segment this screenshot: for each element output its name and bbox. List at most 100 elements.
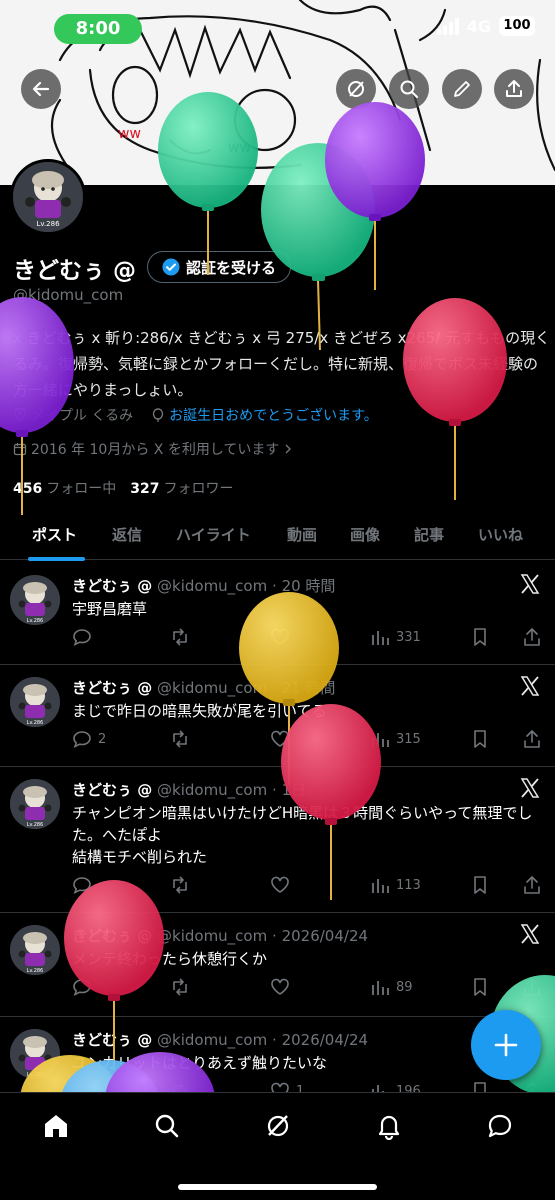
- get-verified-button[interactable]: 認証を受ける: [147, 251, 292, 283]
- messages-icon: [488, 1114, 512, 1138]
- x-logo-icon[interactable]: [519, 675, 541, 701]
- repost-button[interactable]: [170, 729, 196, 749]
- reply-button[interactable]: [72, 875, 98, 895]
- svg-text:Lv.286: Lv.286: [36, 220, 60, 228]
- post-timestamp[interactable]: 21 時間: [282, 679, 336, 697]
- edit-button[interactable]: [442, 69, 482, 109]
- joined-date[interactable]: 2016 年 10月から X を利用しています: [13, 439, 293, 459]
- like-button[interactable]: [270, 977, 296, 997]
- post-4[interactable]: Lv.286 きどむぅ @ @kidomu_com · 2026/04/24 メ…: [0, 913, 555, 1017]
- reply-button[interactable]: [72, 977, 98, 997]
- share-post-button[interactable]: [522, 729, 542, 749]
- x-logo-icon[interactable]: [519, 923, 541, 949]
- reply-icon: [73, 877, 91, 895]
- like-button[interactable]: [270, 875, 296, 895]
- tab-posts[interactable]: ポスト: [32, 524, 77, 545]
- x-logo-icon[interactable]: [519, 573, 541, 599]
- repost-button[interactable]: [170, 977, 196, 997]
- reply-button[interactable]: 2: [72, 729, 106, 749]
- post-author-name[interactable]: きどむぅ @: [72, 1031, 152, 1049]
- x-logo-icon[interactable]: [519, 777, 541, 803]
- post-avatar[interactable]: Lv.286: [10, 1029, 60, 1079]
- search-icon: [400, 80, 419, 99]
- grok-button[interactable]: [336, 69, 376, 109]
- bookmark-button[interactable]: [470, 627, 490, 647]
- reply-icon: [73, 979, 91, 997]
- post-timestamp[interactable]: 2026/04/24: [282, 927, 368, 945]
- views-button[interactable]: 331: [370, 627, 421, 647]
- profile-avatar[interactable]: Lv.286: [10, 159, 86, 235]
- repost-button[interactable]: [170, 627, 196, 647]
- like-button[interactable]: [270, 729, 296, 749]
- post-2[interactable]: Lv.286 きどむぅ @ @kidomu_com · 21 時間 まじで昨日の…: [0, 665, 555, 767]
- views-button[interactable]: 89: [370, 977, 413, 997]
- tab-videos[interactable]: 動画: [287, 524, 317, 545]
- share-icon: [524, 876, 540, 894]
- tab-highlights[interactable]: ハイライト: [176, 524, 251, 545]
- nav-home[interactable]: [41, 1111, 71, 1141]
- post-author-name[interactable]: きどむぅ @: [72, 781, 152, 799]
- post-timestamp[interactable]: 2026/04/24: [282, 1031, 368, 1049]
- nav-grok[interactable]: [263, 1111, 293, 1141]
- post-timestamp[interactable]: 1日: [282, 781, 307, 799]
- repost-icon: [173, 628, 187, 646]
- avatar-character-image: Lv.286: [10, 677, 60, 727]
- post-avatar[interactable]: Lv.286: [10, 925, 60, 975]
- views-chart-icon: [372, 631, 389, 645]
- reply-button[interactable]: [72, 627, 98, 647]
- compose-post-button[interactable]: [471, 1010, 541, 1080]
- profile-tabs: ポスト 返信 ハイライト 動画 画像 記事 いいね: [0, 510, 555, 561]
- nav-messages[interactable]: [485, 1111, 515, 1141]
- svg-text:Lv.286: Lv.286: [27, 822, 44, 828]
- views-button[interactable]: 315: [370, 729, 421, 749]
- calendar-icon: [13, 443, 27, 456]
- bookmark-icon: [474, 978, 486, 996]
- followers-link[interactable]: 327 フォロワー: [130, 478, 233, 498]
- location-pin-icon: [14, 408, 26, 422]
- home-icon: [45, 1115, 67, 1137]
- birthday-item[interactable]: お誕生日おめでとうございます。: [151, 405, 378, 425]
- repost-button[interactable]: [170, 875, 196, 895]
- share-post-button[interactable]: [522, 627, 542, 647]
- battery-icon: 100: [499, 16, 535, 36]
- views-button[interactable]: 113: [370, 875, 421, 895]
- share-post-button[interactable]: [522, 977, 542, 997]
- tab-replies[interactable]: 返信: [112, 524, 142, 545]
- bookmark-button[interactable]: [470, 977, 490, 997]
- post-1[interactable]: Lv.286 きどむぅ @ @kidomu_com · 20 時間 宇野昌磨草: [0, 563, 555, 665]
- follow-stats: 456 フォロー中 327 フォロワー: [13, 478, 233, 498]
- nav-notifications[interactable]: [374, 1111, 404, 1141]
- post-avatar[interactable]: Lv.286: [10, 779, 60, 829]
- post-actions: 89: [72, 977, 545, 999]
- bookmark-button[interactable]: [470, 875, 490, 895]
- post-separator: ·: [272, 927, 277, 945]
- back-button[interactable]: [21, 69, 61, 109]
- post-timestamp[interactable]: 20 時間: [282, 577, 336, 595]
- post-author-name[interactable]: きどむぅ @: [72, 577, 152, 595]
- birthday-link[interactable]: お誕生日おめでとうございます。: [169, 405, 378, 425]
- active-tab-indicator: [28, 557, 85, 561]
- bio-prefix[interactable]: x: [13, 329, 22, 347]
- post-author-name[interactable]: きどむぅ @: [72, 679, 152, 697]
- views-chart-icon: [372, 981, 389, 995]
- joined-text: 2016 年 10月から X を利用しています: [31, 442, 280, 458]
- heart-icon: [271, 628, 289, 645]
- tab-images[interactable]: 画像: [350, 524, 380, 545]
- tab-articles[interactable]: 記事: [414, 524, 444, 545]
- post-separator: ·: [272, 577, 277, 595]
- post-actions: 331: [72, 627, 545, 649]
- post-3[interactable]: Lv.286 きどむぅ @ @kidomu_com · 1日 チャンピオン暗黒は…: [0, 767, 555, 913]
- share-button[interactable]: [494, 69, 534, 109]
- post-avatar[interactable]: Lv.286: [10, 677, 60, 727]
- following-link[interactable]: 456 フォロー中: [13, 478, 116, 498]
- like-button[interactable]: [270, 627, 296, 647]
- bookmark-button[interactable]: [470, 729, 490, 749]
- post-avatar[interactable]: Lv.286: [10, 575, 60, 625]
- tab-likes[interactable]: いいね: [478, 524, 523, 545]
- post-author-name[interactable]: きどむぅ @: [72, 927, 152, 945]
- post-header: きどむぅ @ @kidomu_com · 2026/04/24: [72, 1029, 368, 1050]
- nav-search[interactable]: [152, 1111, 182, 1141]
- grok-icon: [267, 1115, 289, 1137]
- share-post-button[interactable]: [522, 875, 542, 895]
- search-button[interactable]: [389, 69, 429, 109]
